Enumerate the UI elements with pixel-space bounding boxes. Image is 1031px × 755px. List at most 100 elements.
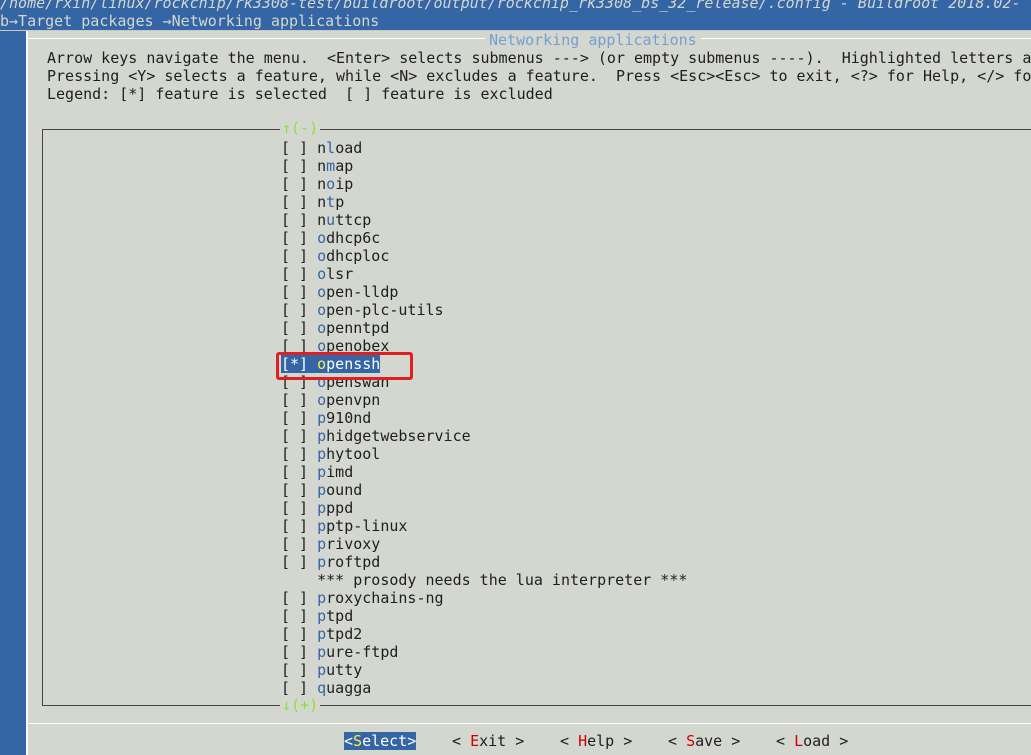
menu-list[interactable] <box>42 129 1031 706</box>
checkbox[interactable]: [ ] <box>281 139 308 157</box>
checkbox[interactable]: [*] <box>281 355 308 373</box>
item-label: imd <box>326 463 354 481</box>
item-label: penvpn <box>326 391 381 409</box>
button-label: ave > <box>695 732 741 750</box>
menu-item[interactable]: [ ] phytool <box>281 445 380 463</box>
item-label: penssh <box>326 355 381 373</box>
checkbox[interactable]: [ ] <box>281 427 308 445</box>
menu-item[interactable]: [ ] olsr <box>281 265 353 283</box>
hotkey-letter: o <box>317 247 327 265</box>
checkbox[interactable]: [ ] <box>281 319 308 337</box>
checkbox[interactable]: [ ] <box>281 229 308 247</box>
breadcrumb: b→Target packages →Networking applicatio… <box>0 12 380 30</box>
menu-item[interactable]: [ ] pure-ftpd <box>281 643 398 661</box>
exit-button[interactable]: < Exit > <box>452 732 524 750</box>
button-hotkey: S <box>353 732 363 750</box>
menu-item[interactable]: [ ] openswan <box>281 373 389 391</box>
hotkey-letter: p <box>317 589 327 607</box>
menu-item[interactable]: [ ] pptp-linux <box>281 517 407 535</box>
checkbox[interactable]: [ ] <box>281 157 308 175</box>
scroll-up-indicator[interactable]: ↑(-) <box>280 119 321 137</box>
menu-item[interactable]: [ ] ntp <box>281 193 344 211</box>
checkbox[interactable]: [ ] <box>281 409 308 427</box>
menu-item[interactable]: [ ] putty <box>281 661 362 679</box>
help-button[interactable]: < Help > <box>560 732 632 750</box>
menu-item[interactable]: [*] openssh <box>281 355 381 373</box>
checkbox[interactable]: [ ] <box>281 589 308 607</box>
menu-item[interactable]: [ ] privoxy <box>281 535 380 553</box>
checkbox[interactable]: [ ] <box>281 211 308 229</box>
checkbox[interactable]: [ ] <box>281 661 308 679</box>
menu-item[interactable]: [ ] ptpd2 <box>281 625 362 643</box>
item-label: ttcp <box>335 211 372 229</box>
menu-item[interactable]: [ ] pppd <box>281 499 353 517</box>
menu-item[interactable]: [ ] quagga <box>281 679 371 697</box>
checkbox[interactable]: [ ] <box>281 517 308 535</box>
menu-item[interactable]: [ ] odhcploc <box>281 247 389 265</box>
menu-item[interactable]: [ ] ptpd <box>281 607 353 625</box>
menu-item[interactable]: [ ] open-lldp <box>281 283 398 301</box>
checkbox[interactable]: [ ] <box>281 175 308 193</box>
item-label: ap <box>335 157 354 175</box>
menu-item[interactable]: [ ] proftpd <box>281 553 380 571</box>
checkbox[interactable]: [ ] <box>281 445 308 463</box>
menu-item[interactable]: [ ] open-plc-utils <box>281 301 444 319</box>
item-label: hidgetwebservice <box>326 427 471 445</box>
hotkey-letter: q <box>317 679 327 697</box>
item-label: rivoxy <box>326 535 381 553</box>
checkbox[interactable]: [ ] <box>281 643 308 661</box>
menu-comment: *** prosody needs the lua interpreter **… <box>281 571 688 589</box>
menu-item[interactable]: [ ] nmap <box>281 157 353 175</box>
button-bracket: < <box>452 732 471 750</box>
checkbox[interactable]: [ ] <box>281 463 308 481</box>
menu-item[interactable]: [ ] openvpn <box>281 391 380 409</box>
checkbox[interactable]: [ ] <box>281 499 308 517</box>
menu-item[interactable]: [ ] pound <box>281 481 362 499</box>
checkbox[interactable]: [ ] <box>281 625 308 643</box>
checkbox[interactable]: [ ] <box>281 481 308 499</box>
button-hotkey: S <box>686 732 696 750</box>
checkbox[interactable]: [ ] <box>281 301 308 319</box>
item-label: p <box>335 193 345 211</box>
checkbox[interactable]: [ ] <box>281 391 308 409</box>
hotkey-letter: p <box>317 463 327 481</box>
hotkey-letter: p <box>317 643 327 661</box>
item-label: tpd2 <box>326 625 363 643</box>
menu-item[interactable]: [ ] proxychains-ng <box>281 589 444 607</box>
item-label-start: n <box>317 157 327 175</box>
item-label: uagga <box>326 679 372 697</box>
checkbox[interactable]: [ ] <box>281 247 308 265</box>
checkbox[interactable]: [ ] <box>281 553 308 571</box>
checkbox[interactable]: [ ] <box>281 679 308 697</box>
hotkey-letter: o <box>317 265 327 283</box>
checkbox[interactable]: [ ] <box>281 373 308 391</box>
menu-item[interactable]: [ ] openntpd <box>281 319 389 337</box>
menu-item[interactable]: [ ] openobex <box>281 337 389 355</box>
button-label: elect> <box>362 732 417 750</box>
hotkey-letter: o <box>317 229 327 247</box>
hotkey-letter: l <box>326 139 336 157</box>
checkbox[interactable]: [ ] <box>281 265 308 283</box>
hotkey-letter: t <box>326 193 336 211</box>
scroll-down-indicator[interactable]: ↓(+) <box>280 696 321 714</box>
menu-item[interactable]: [ ] noip <box>281 175 353 193</box>
checkbox[interactable]: [ ] <box>281 607 308 625</box>
item-label-start: n <box>317 175 327 193</box>
menu-item[interactable]: [ ] phidgetwebservice <box>281 427 471 445</box>
checkbox[interactable]: [ ] <box>281 535 308 553</box>
checkbox[interactable]: [ ] <box>281 337 308 355</box>
item-label: penswan <box>326 373 390 391</box>
menu-item[interactable]: [ ] pimd <box>281 463 353 481</box>
menu-item[interactable]: [ ] nuttcp <box>281 211 371 229</box>
save-button[interactable]: < Save > <box>668 732 740 750</box>
load-button[interactable]: < Load > <box>776 732 848 750</box>
select-button[interactable]: <Select> <box>344 732 417 750</box>
checkbox[interactable]: [ ] <box>281 193 308 211</box>
menu-item[interactable]: [ ] p910nd <box>281 409 371 427</box>
item-label: utty <box>326 661 363 679</box>
checkbox[interactable]: [ ] <box>281 283 308 301</box>
hotkey-letter: p <box>317 625 327 643</box>
menu-item[interactable]: [ ] nload <box>281 139 362 157</box>
menu-item[interactable]: [ ] odhcp6c <box>281 229 380 247</box>
hotkey-letter: o <box>317 283 327 301</box>
